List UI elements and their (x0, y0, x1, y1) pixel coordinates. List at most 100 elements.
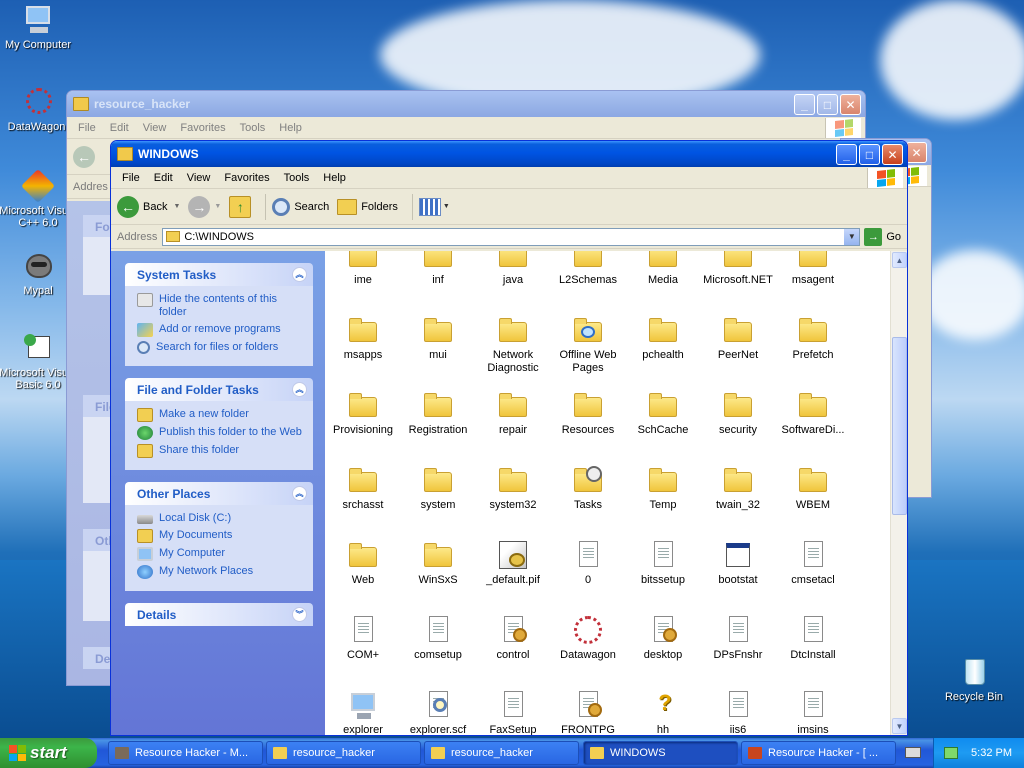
file-item[interactable]: Datawagon (551, 614, 625, 662)
file-item[interactable]: WinSxS (401, 539, 475, 587)
title-bar[interactable]: WINDOWS _ □ ✕ (111, 141, 907, 167)
file-item[interactable]: desktop (626, 614, 700, 662)
file-item[interactable]: cmsetacl (776, 539, 850, 587)
menu-favorites[interactable]: Favorites (173, 122, 232, 134)
task-new-folder[interactable]: Make a new folder (137, 408, 305, 422)
task-publish-web[interactable]: Publish this folder to the Web (137, 426, 305, 440)
file-item[interactable]: SchCache (626, 389, 700, 437)
task-share-folder[interactable]: Share this folder (137, 444, 305, 458)
file-item[interactable]: Prefetch (776, 314, 850, 362)
panel-header[interactable]: System Tasks ︽ (125, 263, 313, 286)
minimize-button[interactable]: _ (836, 144, 857, 165)
close-button[interactable]: ✕ (906, 142, 927, 163)
minimize-button[interactable]: _ (794, 94, 815, 115)
file-item[interactable]: Registration (401, 389, 475, 437)
collapse-chevron-icon[interactable]: ︽ (292, 382, 307, 397)
collapse-chevron-icon[interactable]: ︽ (292, 486, 307, 501)
file-item[interactable]: bootstat (701, 539, 775, 587)
file-item[interactable]: DtcInstall (776, 614, 850, 662)
file-item[interactable]: repair (476, 389, 550, 437)
file-item[interactable]: Tasks (551, 464, 625, 512)
file-item[interactable]: FaxSetup (476, 689, 550, 735)
menu-view[interactable]: View (136, 122, 174, 134)
up-folder-button[interactable]: ↑ (229, 195, 252, 218)
scroll-up-button[interactable]: ▲ (892, 252, 907, 268)
collapse-chevron-icon[interactable]: ︽ (292, 267, 307, 282)
file-list-view[interactable]: ime inf java L2Schemas Media Microsoft.NET msa… (325, 251, 907, 736)
forward-button[interactable]: → ▼ (188, 195, 221, 218)
search-button[interactable]: Search (272, 197, 329, 216)
task-search-files[interactable]: Search for files or folders (137, 341, 305, 354)
file-item[interactable]: inf (401, 251, 475, 287)
file-item[interactable]: twain_32 (701, 464, 775, 512)
maximize-button[interactable]: □ (817, 94, 838, 115)
file-item[interactable]: DPsFnshr (701, 614, 775, 662)
menu-file[interactable]: File (71, 122, 103, 134)
close-button[interactable]: ✕ (882, 144, 903, 165)
go-button[interactable]: → Go (864, 227, 901, 246)
file-item[interactable]: Microsoft.NET (701, 251, 775, 287)
file-item[interactable]: msagent (776, 251, 850, 287)
panel-header[interactable]: Other Places ︽ (125, 482, 313, 505)
back-button[interactable]: ← Back ▼ (117, 195, 180, 218)
file-item[interactable]: msapps (326, 314, 400, 362)
file-item[interactable]: ime (326, 251, 400, 287)
explorer-window[interactable]: WINDOWS _ □ ✕ File Edit View Favorites T… (110, 140, 908, 736)
file-item[interactable]: FRONTPG (551, 689, 625, 735)
place-my-computer[interactable]: My Computer (137, 547, 305, 561)
menu-help[interactable]: Help (316, 172, 353, 184)
vertical-scrollbar[interactable]: ▲ ▼ (890, 251, 907, 735)
task-add-remove-programs[interactable]: Add or remove programs (137, 323, 305, 337)
desktop-icon-my-computer[interactable]: My Computer (0, 4, 78, 51)
taskbar-item-resource-hacker[interactable]: Resource Hacker - M... (108, 741, 263, 765)
menu-edit[interactable]: Edit (147, 172, 180, 184)
file-item[interactable]: Network Diagnostic (476, 314, 550, 375)
close-button[interactable]: ✕ (840, 94, 861, 115)
file-item[interactable]: Offline Web Pages (551, 314, 625, 375)
views-button[interactable]: ▼ (418, 197, 450, 216)
file-item[interactable]: PeerNet (701, 314, 775, 362)
maximize-button[interactable]: □ (859, 144, 880, 165)
start-button[interactable]: start (0, 738, 97, 768)
file-item[interactable]: Media (626, 251, 700, 287)
panel-header[interactable]: Details ︾ (125, 603, 313, 626)
menu-file[interactable]: File (115, 172, 147, 184)
file-item[interactable]: srchasst (326, 464, 400, 512)
folders-button[interactable]: Folders (337, 198, 398, 215)
file-item[interactable]: pchealth (626, 314, 700, 362)
tray-network-icon[interactable] (944, 747, 958, 759)
file-item[interactable]: imsins (776, 689, 850, 735)
scroll-down-button[interactable]: ▼ (892, 718, 907, 734)
file-item[interactable]: system32 (476, 464, 550, 512)
taskbar-item-resource-hacker-folder-2[interactable]: resource_hacker (424, 741, 579, 765)
task-hide-contents[interactable]: Hide the contents of this folder (137, 293, 305, 319)
menu-view[interactable]: View (180, 172, 218, 184)
file-item[interactable]: security (701, 389, 775, 437)
file-item[interactable]: WBEM (776, 464, 850, 512)
place-my-network[interactable]: My Network Places (137, 565, 305, 579)
menu-tools[interactable]: Tools (277, 172, 317, 184)
back-icon[interactable]: ← (73, 145, 95, 168)
expand-chevron-icon[interactable]: ︾ (292, 607, 307, 622)
file-item[interactable]: explorer (326, 689, 400, 735)
file-item[interactable]: explorer.scf (401, 689, 475, 735)
file-item[interactable]: system (401, 464, 475, 512)
clock[interactable]: 5:32 PM (971, 747, 1012, 759)
file-item[interactable]: L2Schemas (551, 251, 625, 287)
file-item[interactable]: java (476, 251, 550, 287)
title-bar[interactable]: resource_hacker _ □ ✕ (67, 91, 865, 117)
file-item[interactable]: SoftwareDi... (776, 389, 850, 437)
taskbar-item-resource-hacker-folder[interactable]: resource_hacker (266, 741, 421, 765)
file-item[interactable]: ? hh (626, 689, 700, 736)
file-item[interactable]: control (476, 614, 550, 662)
taskbar-item-windows[interactable]: WINDOWS (583, 741, 738, 765)
file-item[interactable]: iis6 (701, 689, 775, 735)
menu-favorites[interactable]: Favorites (217, 172, 276, 184)
panel-header[interactable]: File and Folder Tasks ︽ (125, 378, 313, 401)
menu-tools[interactable]: Tools (233, 122, 273, 134)
file-item[interactable]: _default.pif (476, 539, 550, 587)
file-item[interactable]: comsetup (401, 614, 475, 662)
file-item[interactable]: 0 (551, 539, 625, 587)
keyboard-icon[interactable] (905, 747, 921, 758)
file-item[interactable]: Provisioning (326, 389, 400, 437)
